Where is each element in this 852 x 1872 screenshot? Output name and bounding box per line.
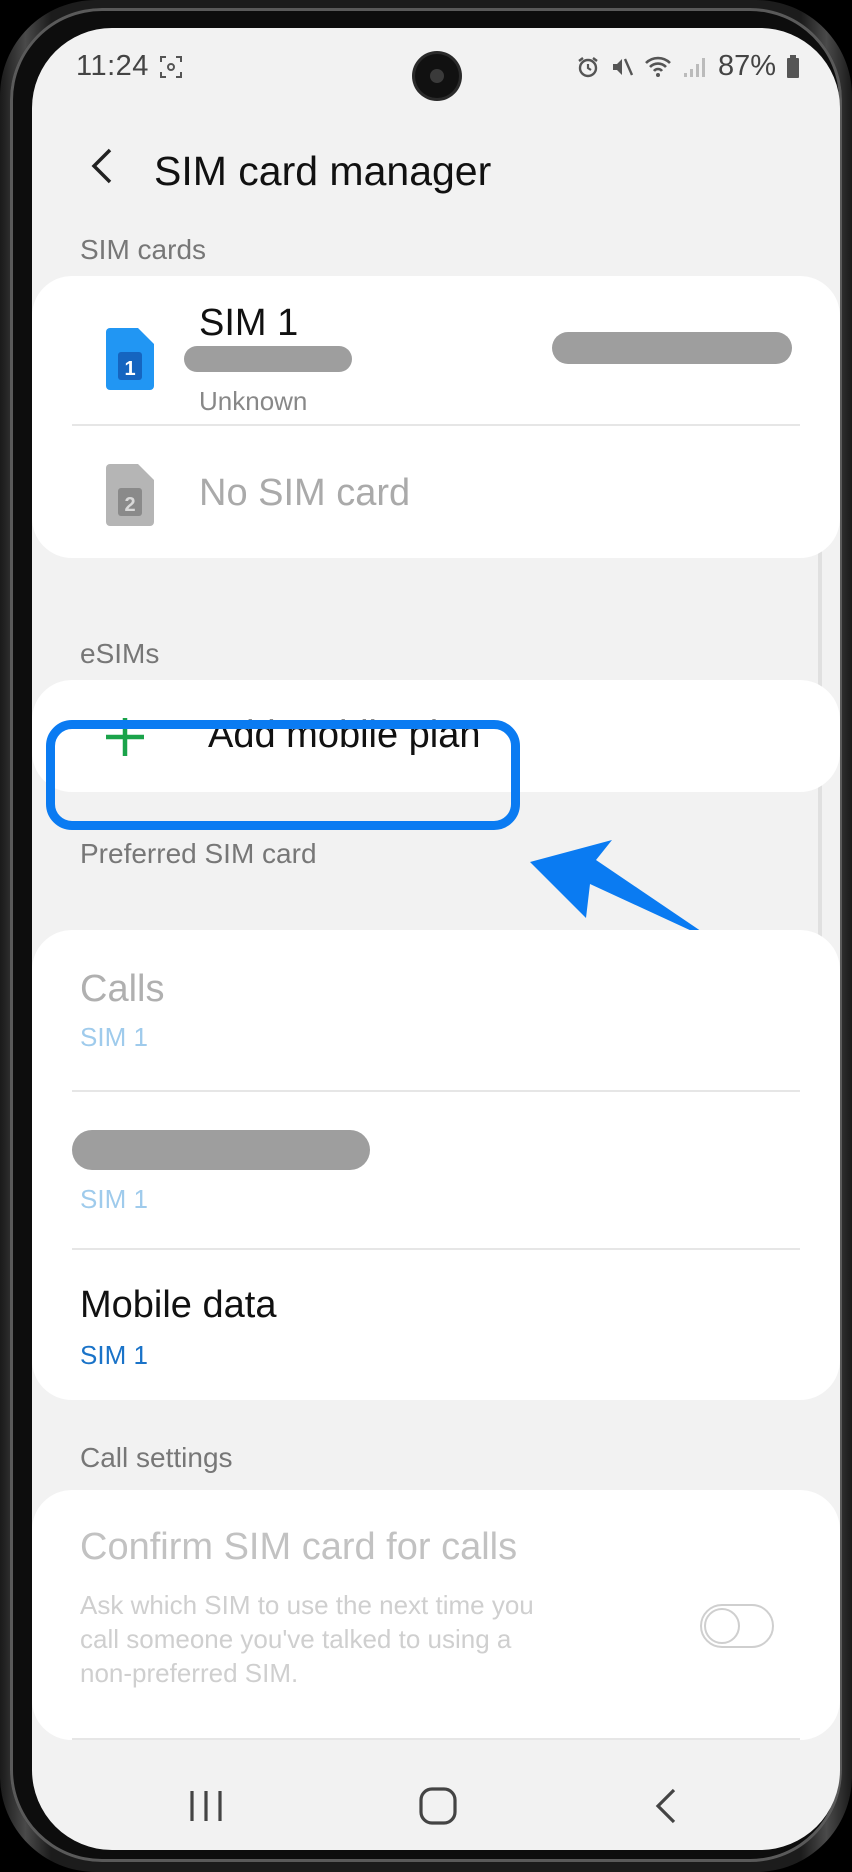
- battery-icon: [787, 54, 799, 78]
- confirm-sim-desc-1: Ask which SIM to use the next time you: [80, 1590, 534, 1620]
- redacted-label: [72, 1130, 370, 1170]
- page-title: SIM card manager: [154, 148, 492, 194]
- mobile-data-row[interactable]: Mobile data SIM 1: [32, 1250, 840, 1400]
- confirm-sim-toggle[interactable]: [700, 1604, 774, 1648]
- mute-icon: [612, 58, 634, 75]
- status-icons: 87%: [576, 50, 800, 83]
- confirm-sim-row[interactable]: Confirm SIM card for calls Ask which SIM…: [32, 1490, 840, 1740]
- sim2-row[interactable]: 2 No SIM card: [32, 426, 840, 558]
- calls-value: SIM 1: [80, 1022, 148, 1052]
- section-label-call-settings: Call settings: [80, 1442, 233, 1473]
- sim-cards-card: 1 SIM 1 Unknown 2 No SIM card: [32, 276, 840, 558]
- section-label-sim-cards: SIM cards: [80, 234, 207, 265]
- home-icon: [419, 1787, 457, 1825]
- svg-text:2: 2: [124, 494, 135, 516]
- sim1-row[interactable]: 1 SIM 1 Unknown: [32, 276, 840, 426]
- screenshot-icon: [160, 56, 182, 78]
- confirm-sim-desc-2: call someone you've talked to using a: [80, 1624, 512, 1654]
- section-label-preferred: Preferred SIM card: [80, 838, 317, 869]
- signal-icon: [683, 57, 705, 77]
- confirm-sim-desc-3: non-preferred SIM.: [80, 1658, 299, 1688]
- redacted-carrier: [552, 332, 792, 364]
- status-bar: 11:24 87%: [32, 28, 840, 108]
- messages-row[interactable]: SIM 1: [32, 1092, 840, 1248]
- phone-frame: 11:24 87% SIM card manager SIM cards 1 S…: [0, 0, 852, 1872]
- calls-row[interactable]: Calls SIM 1: [32, 930, 840, 1090]
- alarm-icon: [578, 56, 598, 77]
- front-camera: [415, 54, 459, 98]
- sim2-name: No SIM card: [199, 472, 411, 514]
- call-settings-card: Confirm SIM card for calls Ask which SIM…: [32, 1490, 840, 1740]
- messages-value: SIM 1: [80, 1184, 148, 1214]
- preferred-card: Calls SIM 1 SIM 1 Mobile data SIM 1: [32, 930, 840, 1400]
- sim1-status: Unknown: [199, 386, 308, 416]
- sim1-name: SIM 1: [199, 302, 299, 344]
- phone-screen: 11:24 87% SIM card manager SIM cards 1 S…: [32, 28, 840, 1850]
- sim-card-icon: 1: [106, 328, 154, 390]
- chevron-left-icon: [91, 148, 112, 184]
- confirm-sim-title: Confirm SIM card for calls: [80, 1526, 518, 1568]
- phone-bezel: 11:24 87% SIM card manager SIM cards 1 S…: [10, 8, 842, 1862]
- navigation-bar: [32, 1766, 840, 1850]
- mobile-data-title: Mobile data: [80, 1284, 277, 1326]
- back-nav-icon: [655, 1788, 676, 1824]
- sim-card-icon: 2: [106, 464, 154, 526]
- home-button[interactable]: [398, 1774, 478, 1838]
- mobile-data-value: SIM 1: [80, 1340, 148, 1370]
- wifi-icon: [645, 56, 671, 77]
- svg-text:1: 1: [124, 358, 135, 380]
- status-time: 11:24: [76, 50, 149, 82]
- back-nav-button[interactable]: [626, 1774, 706, 1838]
- calls-title: Calls: [80, 968, 165, 1010]
- highlight-box: [46, 720, 520, 830]
- recent-apps-icon: [190, 1791, 222, 1821]
- battery-percent: 87%: [717, 50, 776, 82]
- back-button[interactable]: [72, 136, 132, 196]
- divider: [72, 1738, 800, 1740]
- app-header: SIM card manager: [32, 118, 840, 228]
- section-label-esims: eSIMs: [80, 638, 160, 669]
- redacted-number: [184, 346, 352, 372]
- recent-apps-button[interactable]: [166, 1774, 246, 1838]
